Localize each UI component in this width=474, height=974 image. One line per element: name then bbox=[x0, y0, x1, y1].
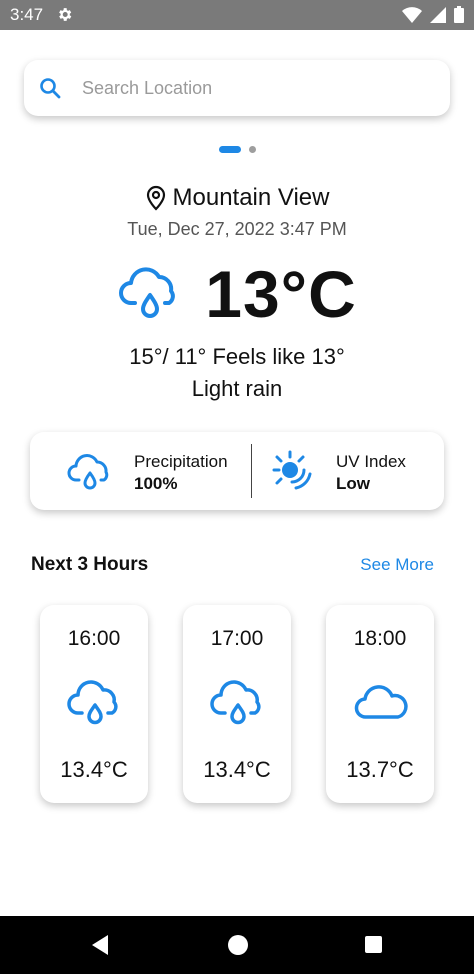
page-dot-active[interactable] bbox=[218, 146, 241, 153]
current-temperature: 13°C bbox=[205, 257, 357, 331]
hour-temperature: 13.4°C bbox=[203, 757, 271, 782]
weather-details-card: Precipitation 100% UV Index Low bbox=[30, 432, 444, 510]
hour-temperature: 13.7°C bbox=[346, 757, 414, 782]
temperature-range: 15°/ 11° Feels like 13° bbox=[129, 344, 345, 369]
system-navigation-bar bbox=[0, 916, 474, 974]
page-indicator bbox=[0, 146, 474, 153]
hourly-forecast-card[interactable]: 17:00 13.4°C bbox=[183, 605, 291, 803]
signal-icon bbox=[430, 6, 446, 23]
hour-temperature: 13.4°C bbox=[60, 757, 128, 782]
battery-icon bbox=[454, 6, 464, 23]
location-pin-icon bbox=[146, 185, 165, 211]
see-more-link[interactable]: See More bbox=[360, 555, 434, 575]
cloud-icon bbox=[354, 685, 408, 719]
back-icon[interactable] bbox=[90, 934, 110, 956]
precipitation-value: 100% bbox=[134, 474, 178, 493]
settings-gear-icon bbox=[59, 8, 72, 21]
status-bar: 3:47 bbox=[0, 0, 474, 30]
page-dot[interactable] bbox=[248, 146, 256, 153]
search-icon[interactable] bbox=[38, 76, 62, 100]
search-input[interactable] bbox=[82, 72, 432, 104]
weather-condition: Light rain bbox=[191, 376, 283, 401]
status-time: 3:47 bbox=[10, 5, 44, 24]
current-weather: 13°C bbox=[0, 256, 474, 332]
recent-apps-icon[interactable] bbox=[365, 936, 382, 953]
hour-time: 17:00 bbox=[210, 627, 264, 650]
rain-cloud-icon bbox=[210, 680, 261, 725]
location-header: Mountain View bbox=[0, 184, 474, 212]
hour-time: 18:00 bbox=[353, 627, 407, 650]
uv-index-icon bbox=[272, 450, 312, 490]
home-icon[interactable] bbox=[228, 935, 248, 955]
forecast-title: Next 3 Hours bbox=[31, 554, 149, 575]
precipitation-icon bbox=[67, 454, 109, 490]
wifi-icon bbox=[402, 6, 422, 23]
location-name: Mountain View bbox=[172, 184, 330, 211]
hourly-forecast-card[interactable]: 18:00 13.7°C bbox=[326, 605, 434, 803]
uv-index-label: UV Index bbox=[336, 452, 406, 471]
search-bar[interactable] bbox=[24, 60, 450, 116]
uv-index-value: Low bbox=[336, 474, 370, 493]
rain-cloud-icon bbox=[119, 267, 176, 318]
status-icons bbox=[402, 6, 464, 23]
date-time: Tue, Dec 27, 2022 3:47 PM bbox=[127, 219, 347, 239]
rain-cloud-icon bbox=[67, 680, 118, 725]
hour-time: 16:00 bbox=[67, 627, 121, 650]
divider bbox=[251, 444, 252, 498]
hourly-forecast-card[interactable]: 16:00 13.4°C bbox=[40, 605, 148, 803]
precipitation-label: Precipitation bbox=[134, 452, 228, 471]
